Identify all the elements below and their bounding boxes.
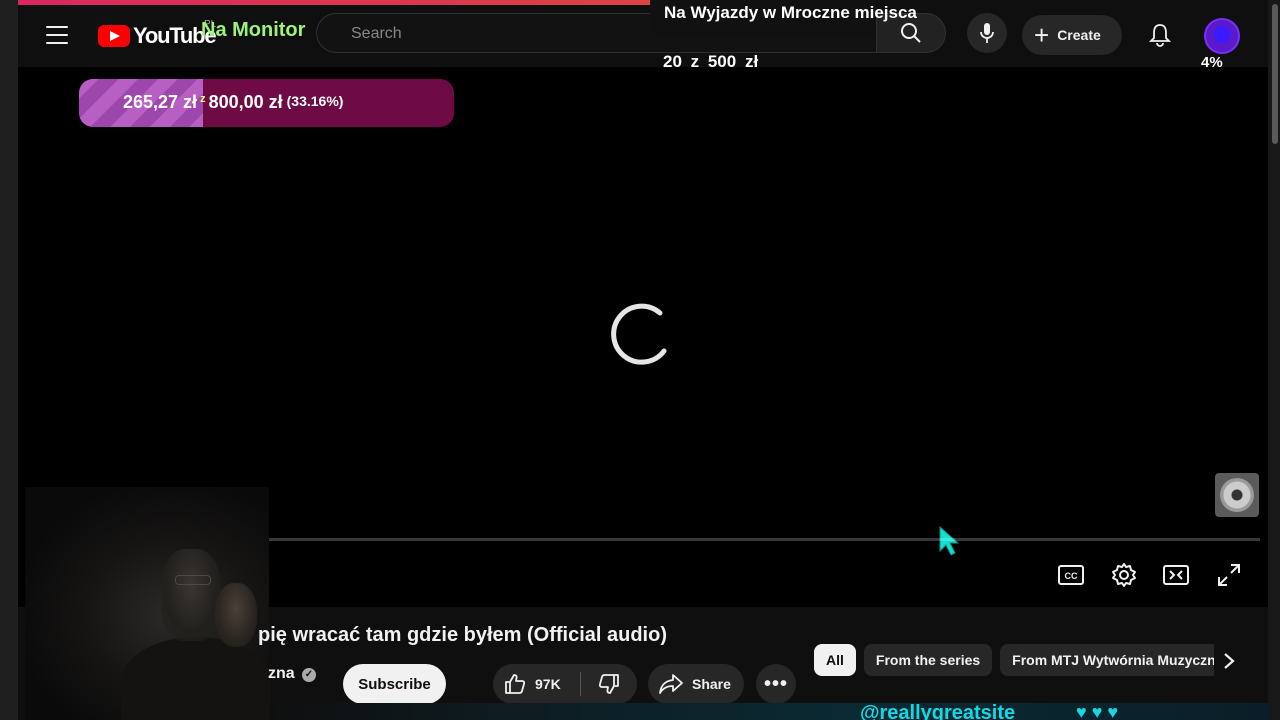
chip-from-channel[interactable]: From MTJ Wytwórnia Muzyczna [1000,644,1214,676]
thumbs-down-icon [598,674,619,694]
left-edge-strip [0,0,18,720]
watermark-text: @reallygreatsite [860,702,1016,720]
spinner-icon [611,303,667,365]
more-actions-button[interactable]: ••• [756,664,796,704]
tip-goal-amount: 800,00 zł [208,92,283,112]
like-count: 97K [535,676,561,692]
webcam-person-face [161,549,221,641]
screen: YouTube PL Search + Create Na Monitor Na… [0,0,1280,720]
youtube-logo-icon [98,25,130,47]
recommendation-chips: All From the series From MTJ Wytwórnia Muz… [814,644,1214,678]
mic-icon [980,23,994,43]
channel-name[interactable]: zna [268,665,295,683]
like-separator [580,672,581,696]
share-button[interactable]: Share [648,664,744,704]
like-dislike-group: 97K [493,664,637,704]
share-icon [659,674,683,694]
voice-search-button[interactable] [967,13,1007,53]
disc-icon [1220,478,1254,512]
share-label: Share [692,676,731,692]
theater-icon [1163,565,1189,585]
cursor-icon [939,525,960,556]
notifications-button[interactable] [1140,15,1180,55]
page-scrollbar[interactable] [1268,0,1280,720]
thumbs-up-icon [505,674,526,694]
progress-bar[interactable] [268,538,1260,541]
chevron-right-icon [1224,653,1235,669]
chip-from-series[interactable]: From the series [863,644,993,676]
goal-title: Na Wyjazdy w Mroczne miejsca [664,3,917,22]
stream-overlay-title: Na Monitor [201,19,306,41]
menu-icon[interactable] [46,26,68,44]
create-label: Create [1057,27,1101,43]
theater-mode-button[interactable] [1160,561,1192,589]
youtube-logo[interactable]: YouTube [98,23,217,49]
tip-current-amount: 265,27 zł [123,92,198,112]
bell-icon [1149,24,1171,47]
scrollbar-thumb[interactable] [1272,4,1278,144]
svg-text:CC: CC [1065,571,1078,581]
tip-percent: (33.16%) [286,93,344,109]
create-button[interactable]: + Create [1022,15,1122,55]
settings-button[interactable] [1108,561,1140,589]
webcam-overlay [25,487,271,720]
webcam-person-glasses [175,575,211,585]
webcam-person-body [121,637,271,720]
plus-icon: + [1034,20,1050,50]
fullscreen-button[interactable] [1213,561,1245,589]
disc-button[interactable] [1215,473,1259,517]
search-icon [901,23,921,43]
chip-all[interactable]: All [814,644,856,676]
webcam-person-hand [215,583,257,647]
settings-icon [1112,563,1136,587]
search-placeholder: Search [351,25,402,42]
chips-next-button[interactable] [1214,646,1244,676]
verified-icon: ✓ [302,668,316,682]
bottom-overlay-band [270,703,1270,720]
video-title: pię wracać tam gdzie byłem (Official aud… [258,624,667,646]
tip-goal-text: 265,27 zł z 800,00 zł (33.16%) [123,92,343,113]
avatar[interactable] [1204,18,1240,54]
like-button[interactable]: 97K [493,664,580,704]
tip-goal-bar: 265,27 zł z 800,00 zł (33.16%) [79,79,454,127]
cc-icon: CC [1058,565,1084,585]
subtitles-button[interactable]: CC [1055,561,1087,589]
heart-icons: ♥ ♥ ♥ [1076,702,1119,720]
subscribe-button[interactable]: Subscribe [343,664,446,704]
fullscreen-icon [1218,564,1240,586]
tip-separator: z [200,93,206,105]
dislike-button[interactable] [587,664,631,704]
